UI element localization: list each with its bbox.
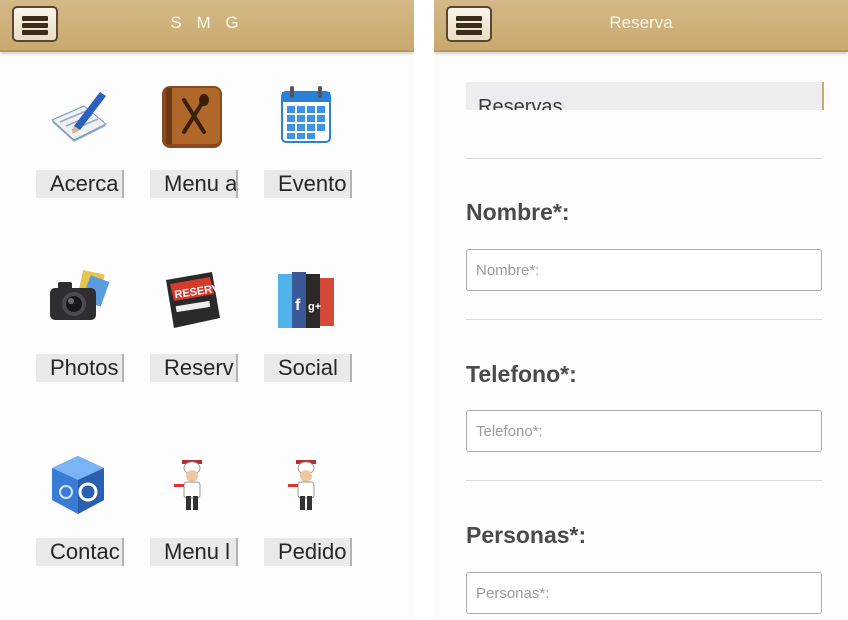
camera-photos-icon bbox=[50, 270, 110, 320]
chef-waiter-icon bbox=[288, 460, 316, 510]
divider bbox=[466, 319, 822, 320]
page-title: Reserva bbox=[609, 13, 673, 32]
notepad-pen-icon bbox=[51, 92, 107, 142]
personas-label: Personas*: bbox=[466, 522, 587, 548]
home-screen: S M G Acerca Menu a Evento Photos RESERV… bbox=[0, 0, 414, 620]
tile-label: Social bbox=[264, 354, 352, 382]
tile-label: Photos bbox=[36, 354, 124, 382]
tile-menu-a[interactable]: Menu a bbox=[150, 86, 238, 226]
nombre-label: Nombre*: bbox=[466, 199, 570, 225]
svg-text:f: f bbox=[295, 297, 301, 314]
svg-text:g+: g+ bbox=[308, 301, 321, 313]
divider bbox=[466, 480, 822, 481]
tile-contac[interactable]: Contac bbox=[36, 454, 124, 594]
cookbook-icon bbox=[162, 86, 222, 148]
reservation-sign-icon: RESERV bbox=[166, 272, 221, 328]
telefono-input[interactable] bbox=[466, 410, 822, 452]
reservation-type-select[interactable]: Reservas bbox=[466, 82, 824, 110]
chef-waiter-icon bbox=[174, 460, 202, 510]
contact-cube-icon bbox=[52, 456, 104, 514]
tile-label: Menu l bbox=[150, 538, 238, 566]
tile-reserv[interactable]: RESERV Reserv bbox=[150, 270, 238, 410]
header-bar: S M G bbox=[0, 0, 414, 52]
divider bbox=[466, 158, 822, 159]
tile-acerca[interactable]: Acerca bbox=[36, 86, 124, 226]
personas-input[interactable] bbox=[466, 572, 822, 614]
tile-label: Pedido bbox=[264, 538, 352, 566]
app-title: S M G bbox=[170, 13, 244, 32]
tile-label: Reserv bbox=[150, 354, 238, 382]
tile-social[interactable]: f g+ Social bbox=[264, 270, 352, 410]
reservation-screen: Reserva Reservas Nombre*: Telefono*: Per… bbox=[434, 0, 848, 620]
select-value: Reservas bbox=[478, 96, 563, 110]
header-bar: Reserva bbox=[434, 0, 848, 52]
calendar-icon bbox=[281, 86, 331, 143]
tile-label: Contac bbox=[36, 538, 124, 566]
telefono-label: Telefono*: bbox=[466, 361, 577, 387]
nombre-input[interactable] bbox=[466, 249, 822, 291]
tile-evento[interactable]: Evento bbox=[264, 86, 352, 226]
tile-menu-l[interactable]: Menu l bbox=[150, 454, 238, 594]
social-books-icon: f g+ bbox=[278, 272, 334, 328]
tile-photos[interactable]: Photos bbox=[36, 270, 124, 410]
tile-label: Menu a bbox=[150, 170, 238, 198]
tile-pedido[interactable]: Pedido bbox=[264, 454, 352, 594]
tile-label: Acerca bbox=[36, 170, 124, 198]
screen-divider bbox=[414, 0, 434, 620]
tile-label: Evento bbox=[264, 170, 352, 198]
